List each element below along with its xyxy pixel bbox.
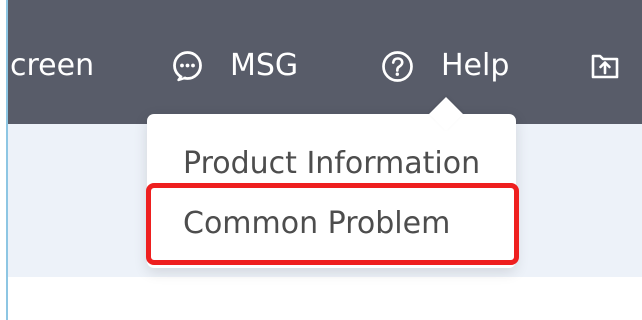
nav-msg-label[interactable]: MSG bbox=[230, 51, 298, 81]
nav-help-label[interactable]: Help bbox=[441, 51, 509, 81]
nav-screen-label[interactable]: creen bbox=[10, 51, 94, 81]
application-frame: creen MSG Help Product Information Commo… bbox=[0, 0, 642, 320]
menu-item-product-information[interactable]: Product Information bbox=[183, 149, 480, 179]
upload-tray-icon[interactable] bbox=[590, 51, 620, 81]
content-area bbox=[8, 277, 642, 320]
question-circle-icon[interactable] bbox=[381, 50, 414, 83]
highlight-box-common-problem bbox=[146, 183, 519, 265]
top-navigation-bar bbox=[8, 0, 642, 124]
left-border bbox=[0, 0, 8, 320]
chat-bubble-icon[interactable] bbox=[171, 49, 204, 82]
